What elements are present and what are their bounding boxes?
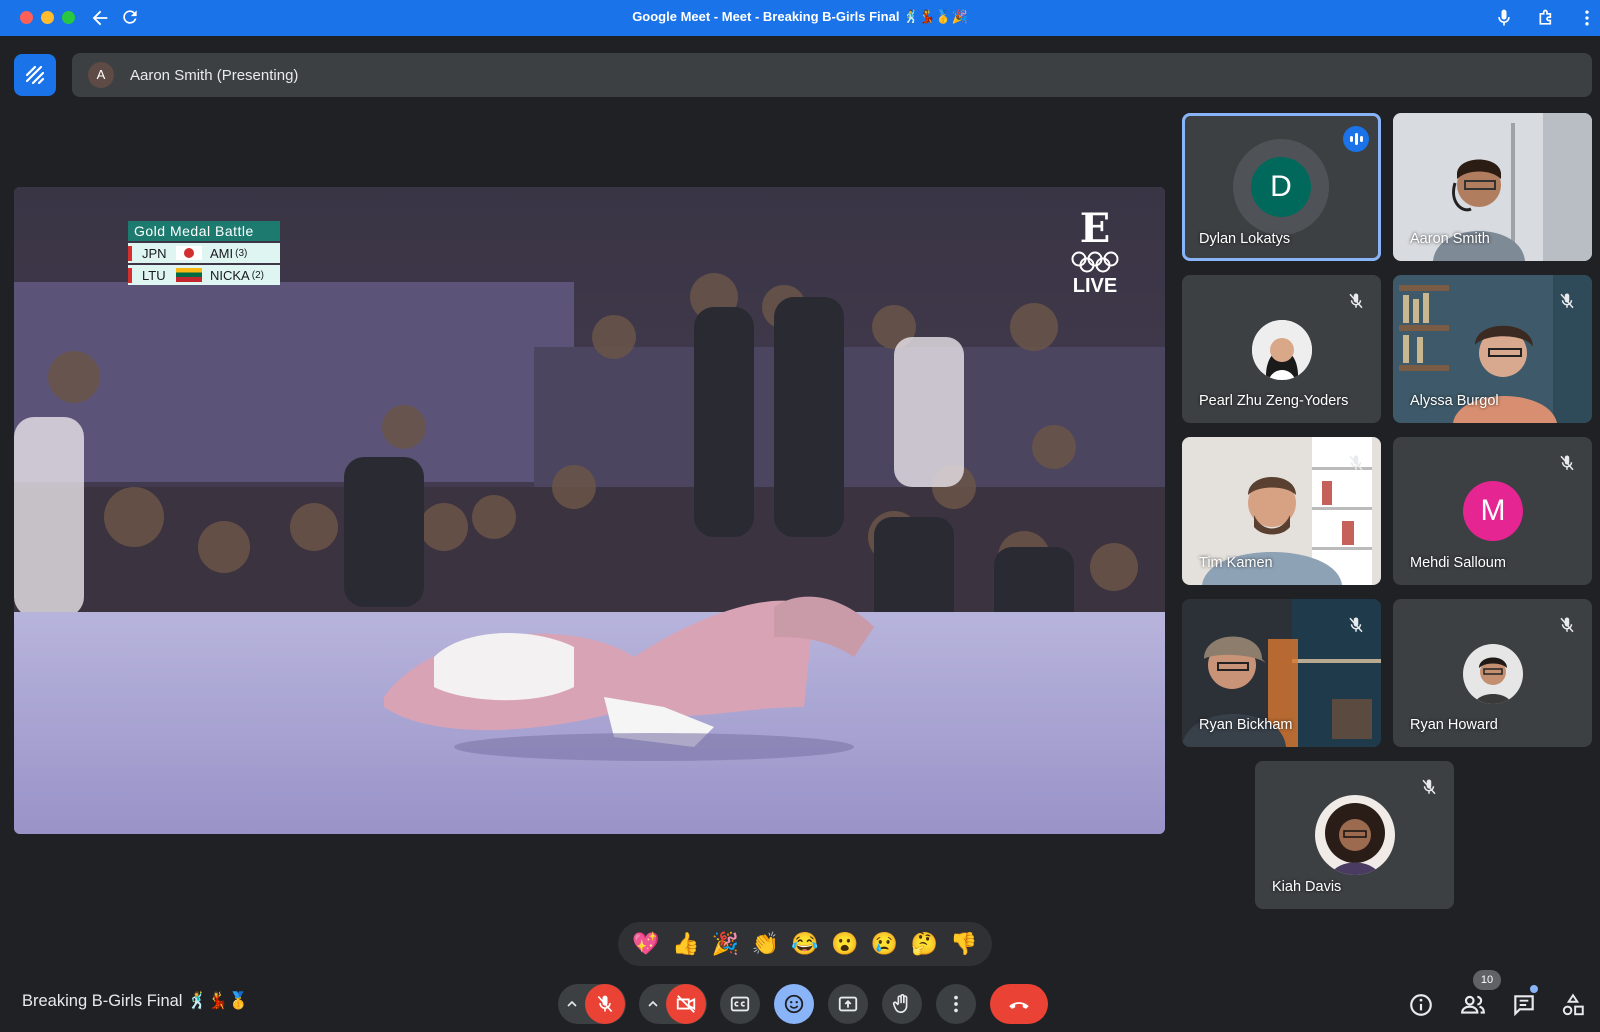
reaction-thumbs-down[interactable]: 👎 xyxy=(947,927,981,961)
participant-name: Pearl Zhu Zeng-Yoders xyxy=(1199,393,1349,409)
participant-name: Alyssa Burgol xyxy=(1410,393,1499,409)
participant-tile[interactable]: Alyssa Burgol xyxy=(1393,275,1592,423)
scoreboard-row: LTU NICKA (2) xyxy=(128,265,280,285)
meeting-title: Breaking B-Girls Final 🕺💃🥇 xyxy=(22,992,249,1010)
kebab-menu-icon xyxy=(954,995,958,1013)
japan-flag-icon xyxy=(176,246,202,260)
kebab-menu-icon[interactable] xyxy=(1577,8,1597,28)
participant-name: Ryan Howard xyxy=(1410,717,1498,733)
participant-tile[interactable]: Tim Kamen xyxy=(1182,437,1381,585)
participant-name: Aaron Smith xyxy=(1410,231,1490,247)
unmute-microphone-button[interactable] xyxy=(585,984,625,1024)
camera-control-group xyxy=(639,984,707,1024)
participant-tile[interactable]: Pearl Zhu Zeng-Yoders xyxy=(1182,275,1381,423)
participant-avatar xyxy=(1252,320,1312,380)
participant-name: Kiah Davis xyxy=(1272,879,1342,895)
reaction-sparkling-heart[interactable]: 💖 xyxy=(629,927,663,961)
participant-avatar xyxy=(1315,795,1395,875)
muted-microphone-icon xyxy=(1422,779,1436,795)
turn-on-camera-button[interactable] xyxy=(666,984,706,1024)
closed-captions-icon xyxy=(730,996,750,1012)
participant-name: Dylan Lokatys xyxy=(1199,231,1291,247)
muted-microphone-icon xyxy=(1560,455,1574,471)
browser-title-bar: Google Meet - Meet - Breaking B-Girls Fi… xyxy=(0,0,1600,36)
present-screen-icon xyxy=(838,996,858,1012)
audio-settings-chevron[interactable] xyxy=(559,984,585,1024)
participant-count-badge: 10 xyxy=(1473,970,1501,990)
leave-call-button[interactable] xyxy=(990,984,1048,1024)
athlete-rank: (3) xyxy=(235,247,248,259)
video-settings-chevron[interactable] xyxy=(640,984,666,1024)
reaction-party-popper[interactable]: 🎉 xyxy=(708,927,742,961)
athlete-name: AMI xyxy=(210,245,234,261)
annotate-button[interactable] xyxy=(14,54,56,96)
microphone-control-group xyxy=(558,984,626,1024)
meeting-details-info-icon[interactable] xyxy=(1408,992,1434,1018)
participant-name: Mehdi Salloum xyxy=(1410,555,1506,571)
lithuania-flag-icon xyxy=(176,268,202,282)
participant-avatar: M xyxy=(1463,481,1523,541)
activities-shapes-icon[interactable] xyxy=(1560,992,1586,1018)
olympic-rings-icon xyxy=(1071,251,1119,273)
presenting-bar[interactable]: A Aaron Smith (Presenting) xyxy=(72,53,1592,97)
reaction-laughing[interactable]: 😂 xyxy=(788,927,822,961)
chevron-up-icon xyxy=(648,1000,658,1007)
camera-off-icon xyxy=(676,995,696,1013)
athlete-rank: (2) xyxy=(251,269,264,281)
live-label: LIVE xyxy=(1072,275,1118,297)
broadcaster-logo: E xyxy=(1079,205,1111,252)
muted-microphone-icon xyxy=(1349,455,1363,471)
chevron-up-icon xyxy=(567,1000,577,1007)
microphone-off-icon xyxy=(597,995,613,1013)
participant-name: Tim Kamen xyxy=(1199,555,1273,571)
hang-up-icon xyxy=(1009,1002,1029,1009)
extensions-icon[interactable] xyxy=(1537,8,1557,28)
country-code: JPN xyxy=(128,245,172,261)
people-icon[interactable] xyxy=(1460,992,1486,1018)
speaking-indicator-icon xyxy=(1343,126,1369,152)
microphone-icon[interactable] xyxy=(1494,8,1514,28)
window-title: Google Meet - Meet - Breaking B-Girls Fi… xyxy=(632,9,968,24)
participant-tile[interactable]: Ryan Howard xyxy=(1393,599,1592,747)
more-options-button[interactable] xyxy=(936,984,976,1024)
muted-microphone-icon xyxy=(1349,293,1363,309)
participant-avatar xyxy=(1463,644,1523,704)
participant-tile[interactable]: Aaron Smith xyxy=(1393,113,1592,261)
country-code: LTU xyxy=(128,267,172,283)
scoreboard-title: Gold Medal Battle xyxy=(128,221,280,241)
presenting-label: Aaron Smith (Presenting) xyxy=(130,66,299,84)
participant-tile[interactable]: Kiah Davis xyxy=(1255,761,1454,909)
participant-avatar: D xyxy=(1251,157,1311,217)
send-reaction-button[interactable] xyxy=(774,984,814,1024)
captions-button[interactable] xyxy=(720,984,760,1024)
broadcaster-live-logo: E LIVE xyxy=(1067,209,1123,297)
chat-icon[interactable] xyxy=(1511,992,1537,1018)
participant-name: Ryan Bickham xyxy=(1199,717,1293,733)
athlete-name: NICKA xyxy=(210,267,250,283)
reaction-clapping[interactable]: 👏 xyxy=(748,927,782,961)
present-now-button[interactable] xyxy=(828,984,868,1024)
muted-microphone-icon xyxy=(1560,617,1574,633)
participant-tile[interactable]: M Mehdi Salloum xyxy=(1393,437,1592,585)
scoreboard-overlay: Gold Medal Battle JPN AMI (3) LTU NICKA … xyxy=(128,221,280,285)
presenter-avatar: A xyxy=(88,62,114,88)
unread-chat-dot xyxy=(1530,985,1538,993)
reaction-crying[interactable]: 😢 xyxy=(867,927,901,961)
pen-scribble-icon xyxy=(25,65,45,85)
reaction-thumbs-up[interactable]: 👍 xyxy=(669,927,703,961)
reactions-bar: 💖 👍 🎉 👏 😂 😮 😢 🤔 👎 xyxy=(618,922,992,966)
participant-tile[interactable]: D Dylan Lokatys xyxy=(1182,113,1381,261)
shared-screen-video[interactable]: Gold Medal Battle JPN AMI (3) LTU NICKA … xyxy=(14,187,1165,834)
smiley-icon xyxy=(784,994,804,1014)
participant-tile[interactable]: Ryan Bickham xyxy=(1182,599,1381,747)
reaction-thinking[interactable]: 🤔 xyxy=(907,927,941,961)
scoreboard-row: JPN AMI (3) xyxy=(128,243,280,263)
reaction-surprised[interactable]: 😮 xyxy=(828,927,862,961)
raise-hand-button[interactable] xyxy=(882,984,922,1024)
raise-hand-icon xyxy=(892,994,908,1014)
muted-microphone-icon xyxy=(1349,617,1363,633)
muted-microphone-icon xyxy=(1560,293,1574,309)
